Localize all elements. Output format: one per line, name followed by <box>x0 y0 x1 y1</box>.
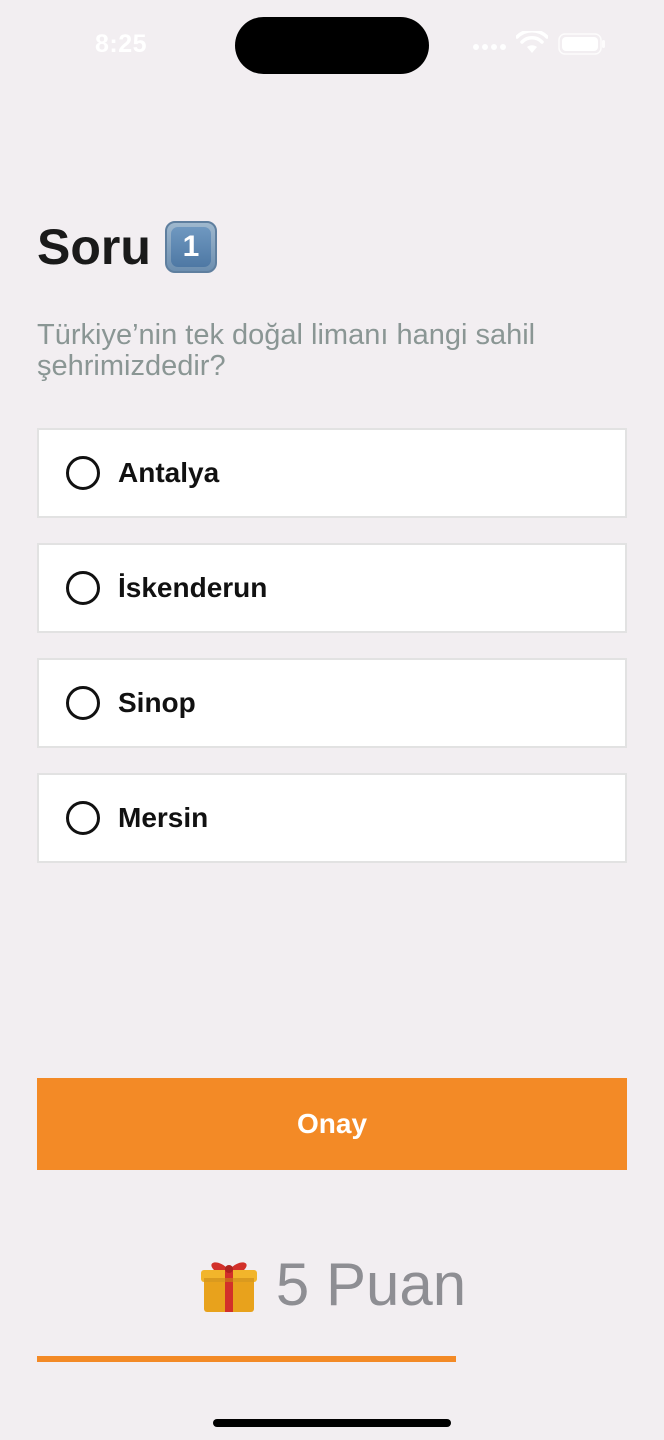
option-mersin[interactable]: Mersin <box>37 773 627 863</box>
quiz-screen: 8:25 Soru 1 Türkiye’nin tek doğal limanı… <box>0 0 664 1440</box>
status-time: 8:25 <box>95 30 148 58</box>
question-text: Türkiye’nin tek doğal limanı hangi sahil… <box>37 319 536 382</box>
keycap-1-icon: 1 <box>164 221 217 273</box>
signal-icon <box>473 44 506 50</box>
question-number: 1 <box>170 227 211 267</box>
gift-icon <box>200 1261 257 1312</box>
radio-icon[interactable] <box>66 571 100 605</box>
wifi-icon <box>516 31 548 53</box>
radio-icon[interactable] <box>66 686 100 720</box>
option-label: İskenderun <box>118 572 268 603</box>
page-title: Soru 1 <box>37 218 217 276</box>
home-indicator <box>213 1419 451 1427</box>
battery-icon <box>558 33 605 55</box>
option-label: Mersin <box>118 802 209 833</box>
option-iskenderun[interactable]: İskenderun <box>37 543 627 633</box>
option-label: Antalya <box>118 457 220 488</box>
option-sinop[interactable]: Sinop <box>37 658 627 748</box>
radio-icon[interactable] <box>66 801 100 835</box>
points-display: 5 Puan <box>0 1250 664 1319</box>
progress-fill <box>37 1356 456 1362</box>
confirm-button[interactable]: Onay <box>37 1078 627 1170</box>
radio-icon[interactable] <box>66 456 100 490</box>
option-antalya[interactable]: Antalya <box>37 428 627 518</box>
progress-bar <box>37 1356 627 1362</box>
points-text: 5 Puan <box>275 1251 467 1318</box>
page-title-text: Soru <box>37 219 151 275</box>
dynamic-island <box>235 17 429 74</box>
option-label: Sinop <box>118 687 196 718</box>
